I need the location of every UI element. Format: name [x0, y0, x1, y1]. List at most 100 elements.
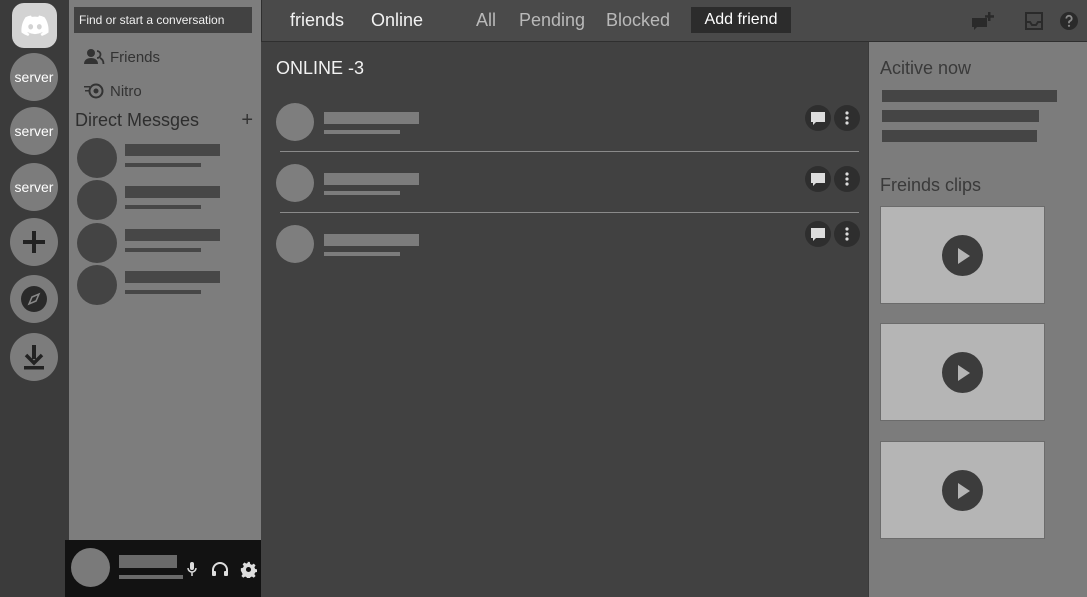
avatar	[77, 138, 117, 178]
dm-heading: Direct Messges	[75, 110, 200, 130]
home-button[interactable]	[12, 3, 57, 48]
dm-header: Direct Messges +	[75, 110, 253, 131]
avatar[interactable]	[71, 548, 110, 587]
play-button[interactable]	[942, 352, 983, 393]
help-icon	[1060, 12, 1078, 30]
friends-title: friends	[290, 10, 345, 30]
sidebar-item-label: Nitro	[110, 82, 142, 100]
server-label: server	[14, 123, 54, 139]
clip-card[interactable]	[880, 206, 1045, 304]
chat-bubble-icon	[811, 111, 825, 125]
mic-icon	[187, 562, 197, 576]
placeholder-status	[324, 130, 400, 134]
more-options-button[interactable]	[834, 221, 860, 247]
avatar	[77, 180, 117, 220]
discord-logo-icon	[20, 15, 49, 36]
placeholder-username	[119, 555, 177, 568]
more-vertical-icon	[845, 227, 849, 241]
more-vertical-icon	[845, 172, 849, 186]
active-now-panel: Acitive now Freinds clips	[868, 42, 1087, 597]
active-now-heading: Acitive now	[880, 58, 972, 78]
inbox-button[interactable]	[1022, 9, 1046, 33]
message-button[interactable]	[805, 221, 831, 247]
tab-online[interactable]: Online	[371, 10, 423, 31]
avatar	[276, 103, 314, 141]
placeholder-status	[125, 248, 201, 252]
avatar	[276, 164, 314, 202]
placeholder-status	[125, 163, 201, 167]
placeholder-name	[125, 229, 220, 241]
tab-pending[interactable]: Pending	[519, 10, 585, 31]
row-divider	[280, 212, 859, 213]
nitro-icon	[84, 83, 104, 99]
avatar	[77, 223, 117, 263]
new-group-dm-button[interactable]	[971, 9, 995, 33]
more-options-button[interactable]	[834, 166, 860, 192]
dm-list-item[interactable]	[77, 180, 247, 220]
friend-row[interactable]	[276, 221, 860, 265]
friend-row[interactable]	[276, 103, 860, 143]
chat-bubble-icon	[811, 172, 825, 186]
friends-clips-heading: Freinds clips	[880, 175, 982, 195]
row-divider	[280, 151, 859, 152]
user-panel	[65, 540, 261, 597]
message-button[interactable]	[805, 105, 831, 131]
download-icon	[24, 345, 44, 370]
gear-icon	[240, 561, 257, 578]
server-button-3[interactable]: server	[10, 163, 58, 211]
friends-icon	[84, 49, 105, 65]
add-friend-button[interactable]: Add friend	[691, 7, 791, 33]
avatar	[77, 265, 117, 305]
user-settings-button[interactable]	[239, 560, 257, 578]
play-icon	[957, 247, 970, 264]
plus-icon	[23, 231, 45, 253]
dm-list-item[interactable]	[77, 265, 247, 305]
help-button[interactable]	[1057, 9, 1081, 33]
clip-card[interactable]	[880, 323, 1045, 421]
more-vertical-icon	[845, 111, 849, 125]
explore-servers-button[interactable]	[10, 275, 58, 323]
top-bar: friends Online All Pending Blocked Add f…	[261, 0, 1087, 42]
deafen-button[interactable]	[211, 560, 229, 578]
placeholder-name	[324, 234, 419, 246]
placeholder-name	[324, 173, 419, 185]
friend-row[interactable]	[276, 164, 860, 204]
placeholder-status	[324, 191, 400, 195]
avatar	[276, 225, 314, 263]
play-icon	[957, 364, 970, 381]
sidebar-item-nitro[interactable]: Nitro	[83, 82, 142, 100]
server-button-2[interactable]: server	[10, 107, 58, 155]
play-button[interactable]	[942, 235, 983, 276]
tab-all[interactable]: All	[476, 10, 496, 31]
dm-list-item[interactable]	[77, 138, 247, 178]
server-label: server	[14, 69, 54, 85]
placeholder-activity	[882, 130, 1037, 142]
create-dm-button[interactable]: +	[241, 110, 253, 131]
placeholder-tag	[119, 575, 183, 579]
placeholder-status	[125, 205, 201, 209]
placeholder-name	[324, 112, 419, 124]
placeholder-status	[125, 290, 201, 294]
add-server-button[interactable]	[10, 218, 58, 266]
download-apps-button[interactable]	[10, 333, 58, 381]
chat-bubble-icon	[811, 227, 825, 241]
placeholder-name	[125, 144, 220, 156]
play-button[interactable]	[942, 470, 983, 511]
tab-blocked[interactable]: Blocked	[606, 10, 670, 31]
dm-sidebar: Find or start a conversation Friends Nit…	[69, 0, 261, 540]
clip-card[interactable]	[880, 441, 1045, 539]
new-group-dm-icon	[972, 12, 994, 30]
more-options-button[interactable]	[834, 105, 860, 131]
server-rail: server server server	[0, 0, 69, 597]
placeholder-activity	[882, 90, 1057, 102]
message-button[interactable]	[805, 166, 831, 192]
mute-button[interactable]	[183, 560, 201, 578]
sidebar-item-friends[interactable]: Friends	[83, 48, 160, 66]
online-count-heading: ONLINE -3	[276, 58, 365, 78]
search-input[interactable]: Find or start a conversation	[74, 7, 252, 33]
play-icon	[957, 482, 970, 499]
dm-list-item[interactable]	[77, 223, 247, 263]
placeholder-name	[125, 186, 220, 198]
server-button-1[interactable]: server	[10, 53, 58, 101]
sidebar-item-label: Friends	[110, 48, 161, 66]
